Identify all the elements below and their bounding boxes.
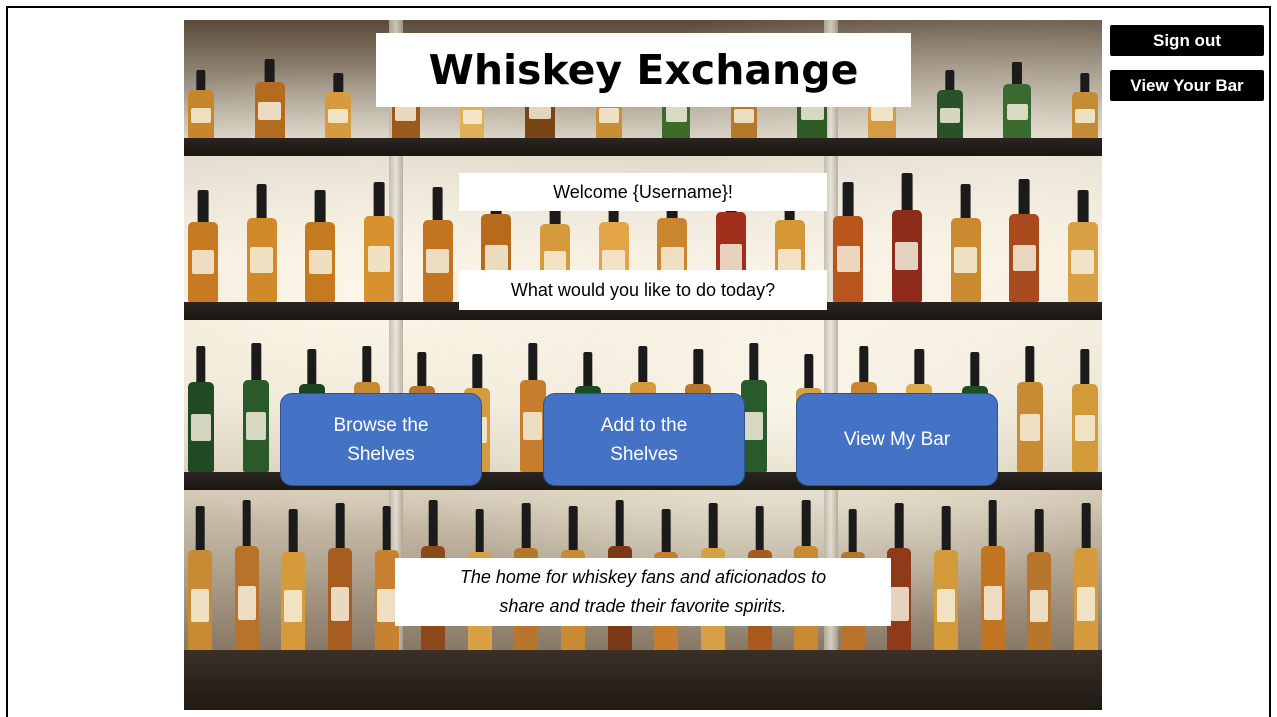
view-my-bar-button[interactable]: View My Bar xyxy=(796,393,998,486)
add-to-shelves-label-line1: Add to the xyxy=(600,414,688,436)
add-to-shelves-label-line2: Shelves xyxy=(610,443,678,465)
tagline-line2: share and trade their favorite spirits. xyxy=(499,596,787,616)
add-to-shelves-button[interactable]: Add to the Shelves xyxy=(543,393,745,486)
browse-shelves-button[interactable]: Browse the Shelves xyxy=(280,393,482,486)
view-my-bar-label: View My Bar xyxy=(843,429,951,450)
site-title-banner: Whiskey Exchange xyxy=(376,33,911,107)
browse-shelves-label: Browse the Shelves xyxy=(333,411,428,469)
tagline: The home for whiskey fans and aficionado… xyxy=(395,558,891,626)
view-your-bar-button[interactable]: View Your Bar xyxy=(1108,68,1266,103)
prompt-message: What would you like to do today? xyxy=(459,270,827,310)
browse-shelves-label-line2: Shelves xyxy=(347,443,415,465)
site-title: Whiskey Exchange xyxy=(428,46,859,94)
welcome-message: Welcome {Username}! xyxy=(459,173,827,211)
browse-shelves-label-line1: Browse the xyxy=(333,414,429,436)
add-to-shelves-label: Add to the Shelves xyxy=(601,411,688,469)
tagline-line1: The home for whiskey fans and aficionado… xyxy=(459,567,827,587)
sign-out-button[interactable]: Sign out xyxy=(1108,23,1266,58)
